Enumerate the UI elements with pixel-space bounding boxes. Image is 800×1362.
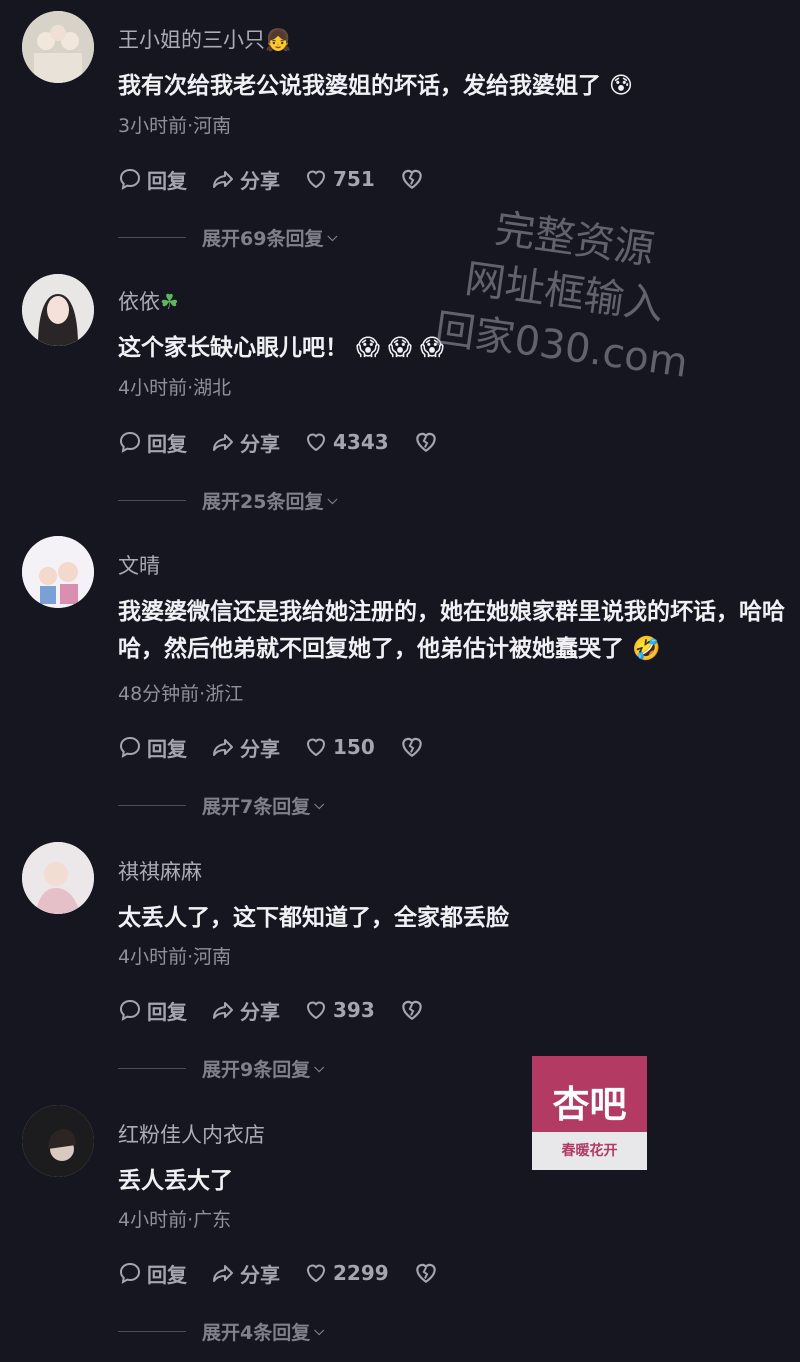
logo-subtitle: 春暖花开 <box>532 1132 647 1170</box>
share-button[interactable]: 分享 <box>211 1259 280 1288</box>
logo-title: 杏吧 <box>552 1083 627 1126</box>
comment-meta: 4小时前·湖北 <box>118 377 232 399</box>
expand-replies-button[interactable]: 展开9条回复 ⌵ <box>118 1053 324 1083</box>
expand-replies-button[interactable]: 展开69条回复 ⌵ <box>118 222 337 252</box>
divider <box>118 804 186 806</box>
username[interactable]: 依依☘ <box>118 286 179 316</box>
broken-heart-icon <box>415 1263 436 1283</box>
chevron-down-icon: ⌵ <box>314 1060 325 1076</box>
share-button[interactable]: 分享 <box>211 996 280 1025</box>
reply-button[interactable]: 回复 <box>118 428 187 457</box>
like-button[interactable]: 2299 <box>304 1261 389 1285</box>
share-icon <box>213 1002 233 1019</box>
like-button[interactable]: 150 <box>304 735 375 759</box>
reply-icon <box>119 736 141 758</box>
username[interactable]: 祺祺麻麻 <box>118 856 202 886</box>
action-bar: 回复 分享 751 <box>118 164 454 194</box>
like-button[interactable]: 751 <box>304 167 375 191</box>
broken-heart-icon <box>401 737 422 757</box>
comment-meta: 48分钟前·浙江 <box>118 683 244 705</box>
username[interactable]: 王小姐的三小只👧 <box>118 24 291 54</box>
heart-icon <box>306 433 326 452</box>
dislike-button[interactable] <box>399 166 430 192</box>
share-icon <box>213 434 233 451</box>
broken-heart-icon <box>401 169 422 189</box>
action-bar: 回复 分享 2299 <box>118 1258 468 1288</box>
heart-icon <box>306 1001 326 1020</box>
heart-icon <box>306 738 326 757</box>
divider <box>118 1330 186 1332</box>
reply-button[interactable]: 回复 <box>118 996 187 1025</box>
username[interactable]: 文晴 <box>118 550 160 580</box>
share-icon <box>213 739 233 756</box>
comment-text: 我婆婆微信还是我给她注册的，她在她娘家群里说我的坏话，哈哈哈，然后他弟就不回复她… <box>118 599 785 662</box>
comment-text: 太丢人了，这下都知道了，全家都丢脸 <box>118 905 509 931</box>
action-bar: 回复 分享 393 <box>118 995 454 1025</box>
comment-meta: 4小时前·河南 <box>118 946 232 968</box>
dislike-button[interactable] <box>399 734 430 760</box>
expand-replies-button[interactable]: 展开4条回复 ⌵ <box>118 1316 324 1346</box>
avatar[interactable] <box>22 842 94 914</box>
share-icon <box>213 171 233 188</box>
expand-replies-button[interactable]: 展开7条回复 ⌵ <box>118 790 324 820</box>
expand-replies-button[interactable]: 展开25条回复 ⌵ <box>118 485 337 515</box>
divider <box>118 499 186 501</box>
avatar[interactable] <box>22 274 94 346</box>
broken-heart-icon <box>415 432 436 452</box>
heart-icon <box>306 170 326 189</box>
dislike-button[interactable] <box>413 1260 444 1286</box>
like-button[interactable]: 4343 <box>304 430 389 454</box>
divider <box>118 1067 186 1069</box>
chevron-down-icon: ⌵ <box>327 229 338 245</box>
avatar[interactable] <box>22 1105 94 1177</box>
comment-text: 我有次给我老公说我婆姐的坏话，发给我婆姐了 😰 <box>118 73 633 99</box>
comment-meta: 3小时前·河南 <box>118 115 232 137</box>
chevron-down-icon: ⌵ <box>314 797 325 813</box>
reply-icon <box>119 168 141 190</box>
broken-heart-icon <box>401 1000 422 1020</box>
chevron-down-icon: ⌵ <box>327 492 338 508</box>
action-bar: 回复 分享 150 <box>118 732 454 762</box>
site-logo: 杏吧 春暖花开 <box>532 1056 647 1170</box>
reply-icon <box>119 431 141 453</box>
divider <box>118 236 186 238</box>
avatar[interactable] <box>22 536 94 608</box>
like-button[interactable]: 393 <box>304 998 375 1022</box>
share-button[interactable]: 分享 <box>211 165 280 194</box>
reply-button[interactable]: 回复 <box>118 733 187 762</box>
avatar[interactable] <box>22 11 94 83</box>
reply-icon <box>119 999 141 1021</box>
share-button[interactable]: 分享 <box>211 733 280 762</box>
comment-text: 丢人丢大了 <box>118 1168 233 1194</box>
action-bar: 回复 分享 4343 <box>118 427 468 457</box>
share-icon <box>213 1265 233 1282</box>
share-button[interactable]: 分享 <box>211 428 280 457</box>
heart-icon <box>306 1264 326 1283</box>
dislike-button[interactable] <box>399 997 430 1023</box>
reply-icon <box>119 1262 141 1284</box>
chevron-down-icon: ⌵ <box>314 1323 325 1339</box>
reply-button[interactable]: 回复 <box>118 1259 187 1288</box>
comment-meta: 4小时前·广东 <box>118 1209 232 1231</box>
username[interactable]: 红粉佳人内衣店 <box>118 1119 265 1149</box>
reply-button[interactable]: 回复 <box>118 165 187 194</box>
dislike-button[interactable] <box>413 429 444 455</box>
